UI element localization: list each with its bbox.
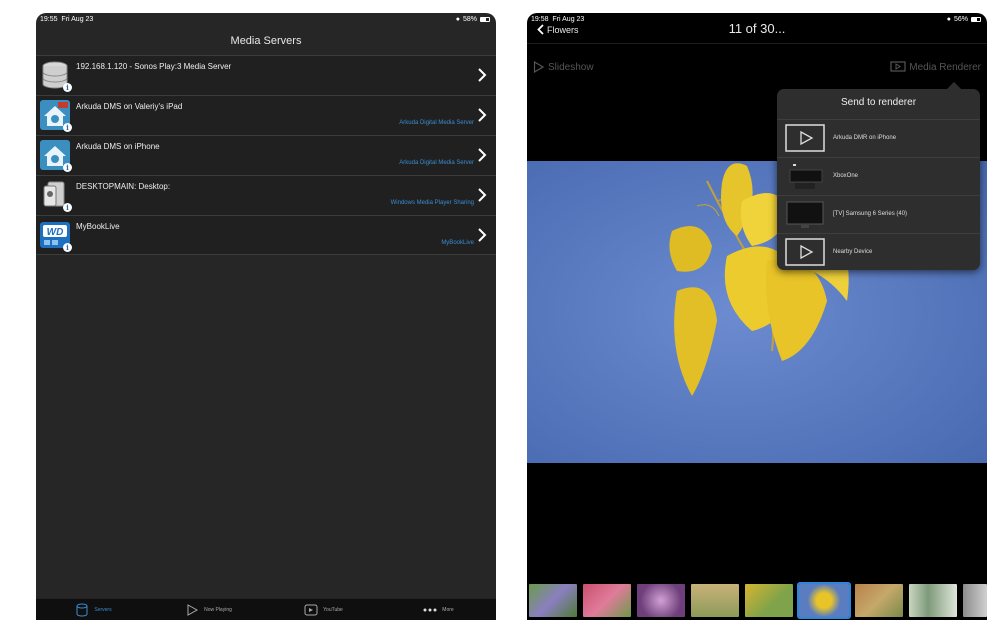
media-servers-screen: 19:55 Fri Aug 23 ● 58% Media Servers i 1… xyxy=(36,13,496,620)
server-row[interactable]: i 192.168.1.120 - Sonos Play:3 Media Ser… xyxy=(36,55,496,95)
wifi-icon: ● xyxy=(455,16,460,23)
server-name: MyBookLive xyxy=(76,222,120,231)
server-name: 192.168.1.120 - Sonos Play:3 Media Serve… xyxy=(76,62,232,71)
server-type: MyBookLive xyxy=(441,240,474,246)
play-icon xyxy=(533,61,544,73)
monitor-play-icon xyxy=(890,61,906,72)
thumbnail[interactable] xyxy=(855,584,903,617)
info-icon[interactable]: i xyxy=(63,163,72,172)
divider xyxy=(527,43,987,44)
photo-viewer-screen: 19:58 Fri Aug 23 ● 56% Flowers 11 of 30.… xyxy=(527,13,987,620)
server-name: Arkuda DMS on iPhone xyxy=(76,142,160,151)
server-row[interactable]: i DESKTOPMAIN: Desktop: Windows Media Pl… xyxy=(36,175,496,215)
tab-label: YouTube xyxy=(323,606,343,613)
info-icon[interactable]: i xyxy=(63,123,72,132)
chevron-right-icon xyxy=(478,148,487,162)
renderer-label: [TV] Samsung 6 Series (40) xyxy=(833,211,908,217)
server-type: Arkuda Digital Media Server xyxy=(399,120,474,126)
renderer-label: XboxOne xyxy=(833,173,859,179)
chevron-right-icon xyxy=(478,108,487,122)
youtube-icon xyxy=(304,604,318,615)
tab-more[interactable]: More xyxy=(381,599,496,620)
wd-logo-text: WD xyxy=(47,227,64,238)
slideshow-label: Slideshow xyxy=(548,61,594,73)
thumbnail[interactable] xyxy=(583,584,631,617)
renderer-list: Arkuda DMR on iPhone XboxOne [TV] Samsun… xyxy=(777,119,980,271)
battery-icon xyxy=(480,17,490,22)
tab-youtube[interactable]: YouTube xyxy=(266,599,381,620)
more-icon xyxy=(423,608,437,611)
send-to-renderer-popover: Send to renderer Arkuda DMR on iPhone Xb… xyxy=(777,81,980,271)
tab-now-playing[interactable]: Now Playing xyxy=(151,599,266,620)
status-bar: 19:55 Fri Aug 23 ● 58% xyxy=(36,13,496,27)
thumbnail-selected[interactable] xyxy=(797,582,851,619)
popover-arrow xyxy=(946,81,962,97)
info-icon[interactable]: i xyxy=(63,243,72,252)
renderer-label: Arkuda DMR on iPhone xyxy=(833,135,897,141)
thumbnail[interactable] xyxy=(963,584,987,617)
tab-bar: Servers Now Playing YouTube More xyxy=(36,598,496,620)
info-icon[interactable]: i xyxy=(63,83,72,92)
database-icon xyxy=(76,603,88,616)
status-date: Fri Aug 23 xyxy=(61,16,94,23)
server-type: Arkuda Digital Media Server xyxy=(399,160,474,166)
tab-servers[interactable]: Servers xyxy=(36,599,151,620)
thumbnail[interactable] xyxy=(691,584,739,617)
popover-title: Send to renderer xyxy=(840,97,917,108)
tv-icon xyxy=(786,201,824,228)
play-icon xyxy=(187,603,199,616)
tab-label: Now Playing xyxy=(204,606,232,613)
server-row[interactable]: WD i MyBookLive MyBookLive xyxy=(36,215,496,255)
tab-label: Servers xyxy=(94,606,112,613)
thumbnail[interactable] xyxy=(745,584,793,617)
server-type: Windows Media Player Sharing xyxy=(390,200,474,206)
chevron-right-icon xyxy=(478,68,487,82)
page-title: 11 of 30... xyxy=(728,21,786,36)
info-icon[interactable]: i xyxy=(63,203,72,212)
thumbnail[interactable] xyxy=(637,584,685,617)
xbox-console-icon xyxy=(789,164,823,189)
server-name: DESKTOPMAIN: Desktop: xyxy=(76,182,171,191)
server-row[interactable]: i Arkuda DMS on iPhone Arkuda Digital Me… xyxy=(36,135,496,175)
page-title: Media Servers xyxy=(230,35,302,47)
tab-label: More xyxy=(442,606,454,613)
renderer-item-nearby-device[interactable]: Nearby Device xyxy=(777,233,980,271)
thumbnail[interactable] xyxy=(909,584,957,617)
server-row[interactable]: i Arkuda DMS on Valeriy's iPad Arkuda Di… xyxy=(36,95,496,135)
renderer-label: Nearby Device xyxy=(833,249,873,255)
server-name: Arkuda DMS on Valeriy's iPad xyxy=(76,102,183,111)
play-monitor-icon xyxy=(785,238,825,266)
renderer-item-arkuda-dmr[interactable]: Arkuda DMR on iPhone xyxy=(777,119,980,157)
media-renderer-button[interactable]: Media Renderer xyxy=(890,61,981,73)
server-list: i 192.168.1.120 - Sonos Play:3 Media Ser… xyxy=(36,55,496,255)
chevron-right-icon xyxy=(478,228,487,242)
play-monitor-icon xyxy=(785,124,825,152)
chevron-right-icon xyxy=(478,188,487,202)
renderer-item-xboxone[interactable]: XboxOne xyxy=(777,157,980,195)
renderer-item-samsung-tv[interactable]: [TV] Samsung 6 Series (40) xyxy=(777,195,980,233)
slideshow-button[interactable]: Slideshow xyxy=(533,61,594,73)
battery-percent: 58% xyxy=(462,16,477,23)
status-time: 19:55 xyxy=(40,16,58,23)
renderer-label: Media Renderer xyxy=(909,61,981,73)
thumbnail-strip xyxy=(527,582,987,619)
thumbnail[interactable] xyxy=(529,584,577,617)
